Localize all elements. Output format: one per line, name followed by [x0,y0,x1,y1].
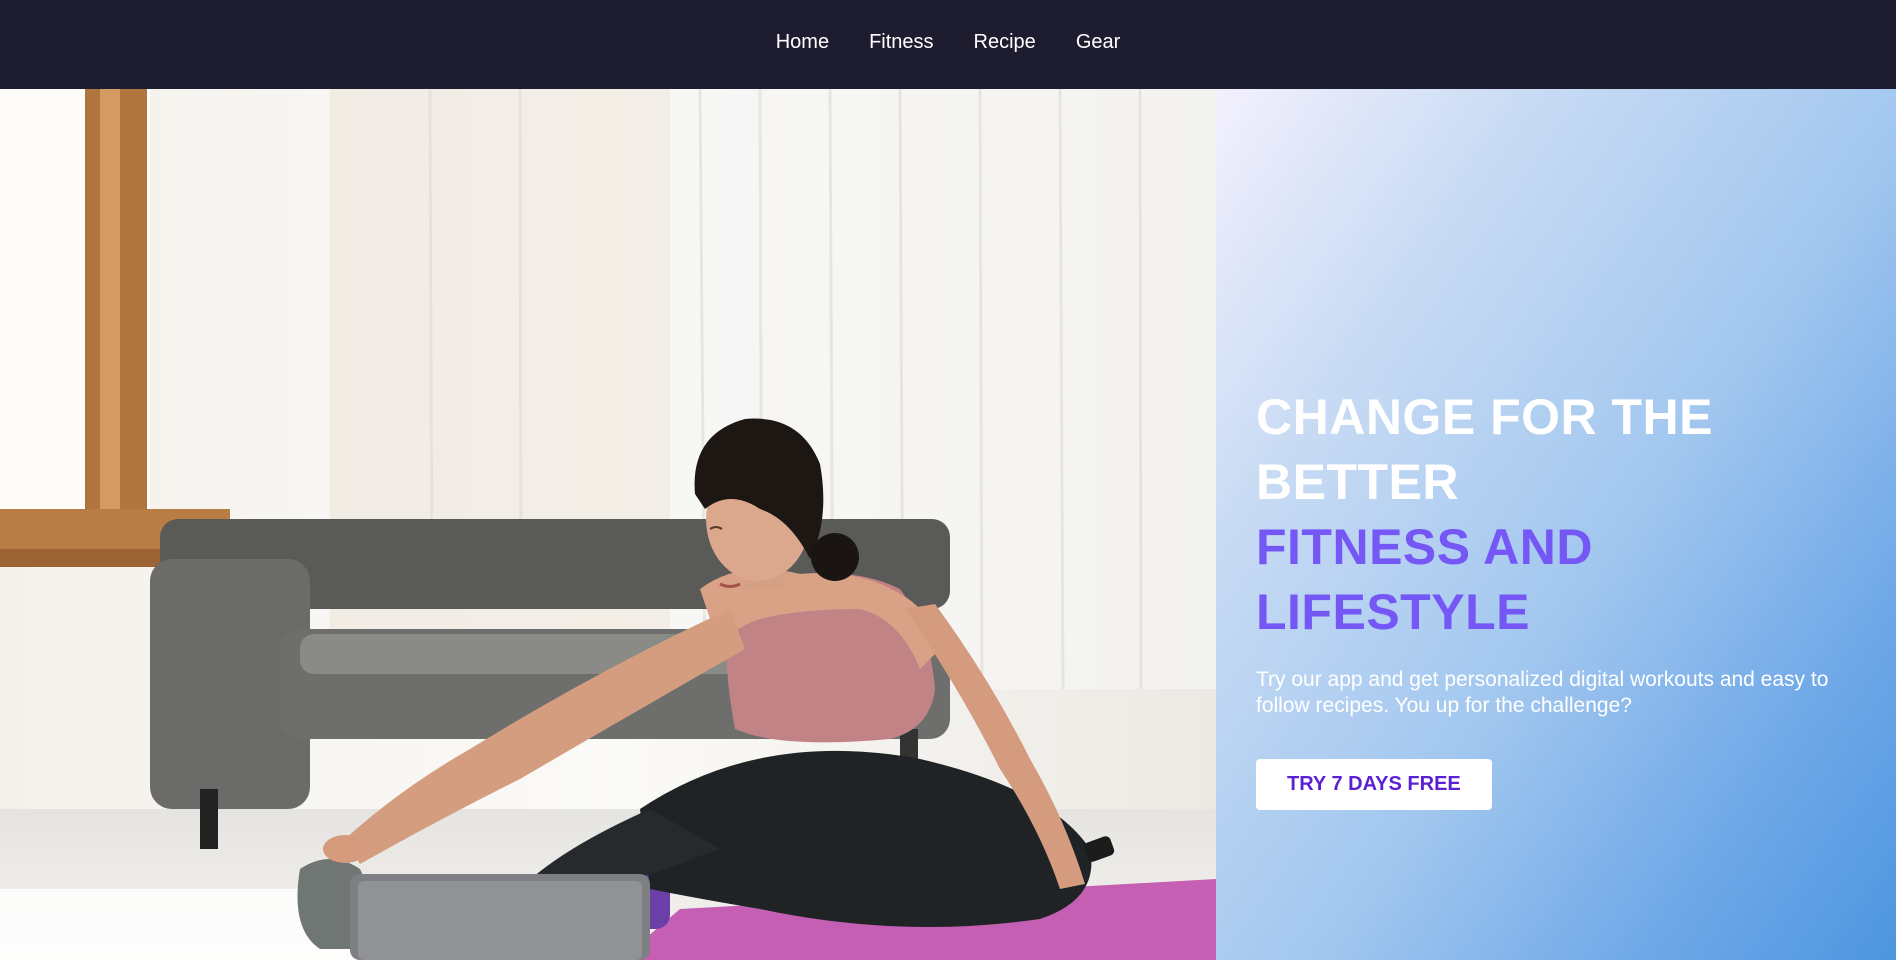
woman-stretching-illustration [0,89,1216,960]
try-free-button[interactable]: TRY 7 DAYS FREE [1256,759,1492,810]
hero-section: CHANGE FOR THE BETTER FITNESS AND LIFEST… [0,89,1896,960]
nav-link-fitness[interactable]: Fitness [869,31,933,54]
headline-line-4: LIFESTYLE [1256,584,1530,640]
hero-text-block: CHANGE FOR THE BETTER FITNESS AND LIFEST… [1256,385,1876,810]
nav-link-recipe[interactable]: Recipe [974,31,1036,54]
hero-photo [0,89,1216,960]
headline-line-3: FITNESS AND [1256,519,1593,575]
nav-link-home[interactable]: Home [776,31,829,54]
hero-cta-panel: CHANGE FOR THE BETTER FITNESS AND LIFEST… [1216,89,1896,960]
nav-link-gear[interactable]: Gear [1076,31,1120,54]
headline-line-1: CHANGE FOR THE [1256,389,1713,445]
headline-line-2: BETTER [1256,454,1459,510]
hero-headline: CHANGE FOR THE BETTER FITNESS AND LIFEST… [1256,385,1876,645]
hero-subtext: Try our app and get personalized digital… [1256,668,1829,717]
top-navbar: Home Fitness Recipe Gear [0,0,1896,89]
